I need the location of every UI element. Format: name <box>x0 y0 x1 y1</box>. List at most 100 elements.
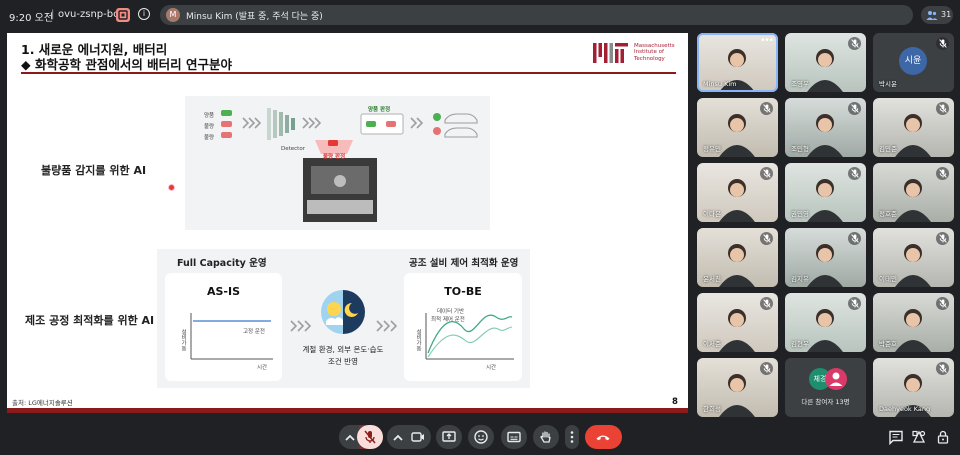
present-button[interactable] <box>436 425 462 449</box>
participant-name: 정호준 <box>879 210 897 218</box>
arrow-icon <box>376 320 398 332</box>
mic-off-icon <box>936 297 949 310</box>
participant-tile[interactable]: 이태민 <box>873 228 954 287</box>
mic-off-icon <box>760 297 773 310</box>
mic-off-icon <box>760 102 773 115</box>
presenter-avatar: M <box>166 8 180 22</box>
full-capacity-heading: Full Capacity 운영 <box>177 258 267 269</box>
participant-name: 김민준 <box>879 145 897 153</box>
participant-tile[interactable]: 박준호 <box>873 293 954 352</box>
activities-icon[interactable] <box>911 429 927 445</box>
mic-off-icon <box>848 102 861 115</box>
mic-off-icon <box>936 102 949 115</box>
mic-toggle-button[interactable] <box>357 425 383 449</box>
present-icon <box>442 431 456 442</box>
host-controls-icon[interactable] <box>935 429 951 445</box>
mic-off-icon <box>760 167 773 180</box>
arrow-icon <box>290 320 312 332</box>
participant-avatar: 시윤 <box>899 47 927 75</box>
mic-off-icon <box>936 167 949 180</box>
participant-name: Daehyeok Kang <box>879 405 931 413</box>
participant-tile[interactable]: 정호준 <box>873 163 954 222</box>
presenter-banner[interactable]: M Minsu Kim (발표 중, 주석 다는 중) <box>160 5 913 25</box>
slide-footer-bar <box>7 408 688 413</box>
mic-off-icon <box>848 37 861 50</box>
camera-group <box>387 425 431 449</box>
mic-off-icon <box>936 37 949 50</box>
participant-tile[interactable]: 김민준 <box>873 98 954 157</box>
info-icon[interactable]: i <box>138 8 150 20</box>
captions-button[interactable] <box>501 425 527 449</box>
leave-call-button[interactable] <box>585 425 622 449</box>
mic-off-icon <box>848 232 861 245</box>
separator: | <box>51 9 55 20</box>
more-options-button[interactable] <box>565 425 579 449</box>
mit-wordmark: Massachusetts Institute of Technology <box>634 43 675 62</box>
mic-off-icon <box>936 232 949 245</box>
profile-icon <box>825 368 847 390</box>
participant-name: 이태민 <box>879 275 897 283</box>
day-night-icon <box>321 290 365 334</box>
meet-window: 9:20 오전 | ovu-zsnp-bce i M Minsu Kim (발표… <box>0 0 960 455</box>
participant-tile[interactable]: 윤서진 <box>697 228 778 287</box>
conditions-caption-line2: 조건 반영 <box>328 357 358 366</box>
as-is-card: AS-IS 고정 운전 설비가동 시간 <box>165 273 282 381</box>
participant-tile[interactable]: 이다은 <box>697 163 778 222</box>
participant-name: 조민형 <box>791 145 809 153</box>
annotation-pointer <box>168 184 175 191</box>
raise-hand-button[interactable] <box>533 425 559 449</box>
participant-tile[interactable]: 조민형 <box>785 98 866 157</box>
participant-tile[interactable]: 체경 다른 참여자 13명 <box>785 358 866 417</box>
section2-label: 제조 공정 최적화를 위한 AI <box>25 314 155 327</box>
participant-tile[interactable]: Minsu Kim ••• <box>697 33 778 92</box>
slide-page-number: 8 <box>672 397 678 407</box>
participant-tile[interactable]: 김지유 <box>785 228 866 287</box>
slide-subtitle: ◆ 화학공학 관점에서의 배터리 연구분야 <box>21 57 233 72</box>
participant-tile[interactable]: 김현우 <box>785 293 866 352</box>
participant-tile[interactable]: 정유민 <box>697 98 778 157</box>
participant-name: 권민영 <box>791 210 809 218</box>
mic-off-icon <box>848 167 861 180</box>
people-icon <box>926 11 938 20</box>
emoji-button[interactable] <box>468 425 494 449</box>
participant-name: 김현우 <box>791 340 809 348</box>
participant-count: 31 <box>941 10 952 19</box>
participant-tile[interactable]: Daehyeok Kang <box>873 358 954 417</box>
process-optimization-diagram: Full Capacity 운영 공조 설비 제어 최적화 운영 AS-IS 고… <box>157 249 530 388</box>
chat-icon[interactable] <box>888 429 904 445</box>
participant-name: 이서준 <box>703 340 721 348</box>
title-divider <box>21 72 676 74</box>
defect-detection-diagram: 양품 불량 불량 Detector 불량 판정 양품 판정 <box>185 96 490 230</box>
mic-off-icon <box>760 232 773 245</box>
conditions-caption-line1: 계절 환경, 외부 온도·습도 <box>302 345 384 354</box>
participant-tile[interactable]: 한희성 <box>697 358 778 417</box>
others-avatars: 체경 <box>809 368 849 390</box>
emoji-icon <box>474 430 488 444</box>
participant-name: 정유민 <box>703 145 721 153</box>
top-bar: 9:20 오전 | ovu-zsnp-bce i M Minsu Kim (발표… <box>0 0 960 30</box>
recording-icon[interactable] <box>116 8 130 22</box>
slide-source: 출처: LG에너지솔루션 <box>12 399 73 407</box>
participant-name: 한희성 <box>703 405 721 413</box>
people-button[interactable]: 31 <box>921 6 953 24</box>
clock: 9:20 오전 <box>9 13 54 24</box>
participant-tile[interactable]: 이서준 <box>697 293 778 352</box>
participant-tile[interactable]: 조영우 <box>785 33 866 92</box>
mic-off-icon <box>936 362 949 375</box>
more-options-icon[interactable]: ••• <box>760 36 774 46</box>
chevron-up-icon[interactable] <box>390 430 406 446</box>
participant-tile[interactable]: 시윤 박시윤 <box>873 33 954 92</box>
camera-icon[interactable] <box>410 429 426 445</box>
mic-options-button[interactable] <box>339 425 359 449</box>
participant-name: 김지유 <box>791 275 809 283</box>
section1-label: 불량품 감지를 위한 AI <box>41 164 147 177</box>
mic-off-icon <box>760 362 773 375</box>
to-be-card: TO-BE 데이터 기반 최적 제어 운전 설비가동 시간 <box>404 273 522 381</box>
mit-logo-icon <box>593 43 628 63</box>
participant-tile[interactable]: 권민영 <box>785 163 866 222</box>
presentation-slide: 1. 새로운 에너지원, 배터리 ◆ 화학공학 관점에서의 배터리 연구분야 M… <box>7 33 688 413</box>
meeting-code: ovu-zsnp-bce <box>58 9 125 20</box>
hangup-icon <box>596 435 610 441</box>
optimized-heading: 공조 설비 제어 최적화 운영 <box>409 258 519 269</box>
participant-name: 윤서진 <box>703 275 721 283</box>
